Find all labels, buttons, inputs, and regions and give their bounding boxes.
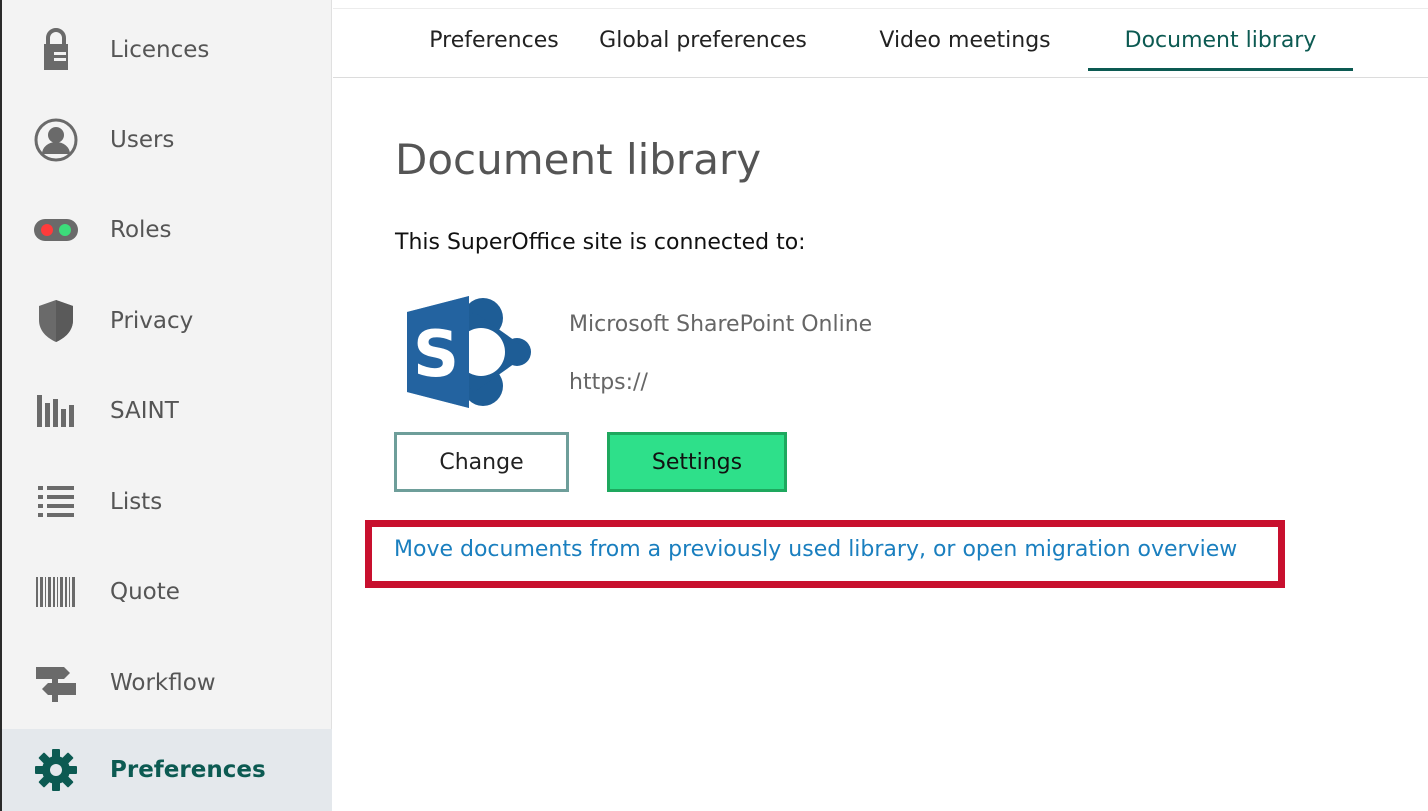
sidebar-item-roles[interactable]: Roles [2, 185, 332, 275]
tab-global-preferences[interactable]: Global preferences [581, 9, 825, 71]
tab-video-meetings[interactable]: Video meetings [855, 9, 1075, 71]
tab-preferences[interactable]: Preferences [381, 9, 607, 71]
provider-name: Microsoft SharePoint Online [569, 312, 873, 337]
lock-icon [32, 26, 80, 74]
sidebar-item-saint[interactable]: SAINT [2, 366, 332, 456]
tab-document-library[interactable]: Document library [1088, 9, 1353, 71]
provider-url: https:// [569, 370, 648, 395]
sidebar-item-label: Preferences [110, 757, 266, 783]
sharepoint-logo-icon: S [407, 294, 531, 410]
sidebar-item-label: Privacy [110, 308, 194, 334]
sidebar-item-privacy[interactable]: Privacy [2, 276, 332, 366]
list-icon [32, 478, 80, 526]
roles-toggle-icon [32, 206, 80, 254]
settings-button[interactable]: Settings [607, 432, 787, 492]
sidebar-item-quote[interactable]: Quote [2, 547, 332, 637]
sidebar-item-label: Users [110, 127, 175, 153]
change-button[interactable]: Change [394, 432, 569, 492]
migration-overview-link[interactable]: Move documents from a previously used li… [394, 537, 1237, 562]
sidebar-item-label: Workflow [110, 670, 216, 696]
tab-bar: Preferences Global preferences Video mee… [333, 8, 1428, 78]
svg-text:S: S [413, 318, 459, 392]
connection-description: This SuperOffice site is connected to: [395, 230, 806, 255]
signpost-icon [32, 659, 80, 707]
sidebar-item-label: Licences [110, 37, 210, 63]
sidebar-item-label: Roles [110, 217, 172, 243]
page-title: Document library [395, 135, 762, 184]
sidebar-item-label: SAINT [110, 398, 179, 424]
sidebar-item-licences[interactable]: Licences [2, 5, 332, 95]
main-content: Preferences Global preferences Video mee… [333, 0, 1428, 811]
user-icon [32, 116, 80, 164]
bar-chart-icon [32, 387, 80, 435]
gear-icon [32, 746, 80, 794]
sidebar-item-preferences[interactable]: Preferences [2, 729, 332, 811]
admin-sidebar: Licences Users Roles Privacy SAINT Lists… [0, 0, 332, 811]
sidebar-item-users[interactable]: Users [2, 95, 332, 185]
sidebar-item-lists[interactable]: Lists [2, 457, 332, 547]
barcode-icon [32, 568, 80, 616]
shield-icon [32, 297, 80, 345]
sidebar-item-workflow[interactable]: Workflow [2, 638, 332, 728]
sidebar-item-label: Quote [110, 579, 180, 605]
sidebar-item-label: Lists [110, 489, 163, 515]
